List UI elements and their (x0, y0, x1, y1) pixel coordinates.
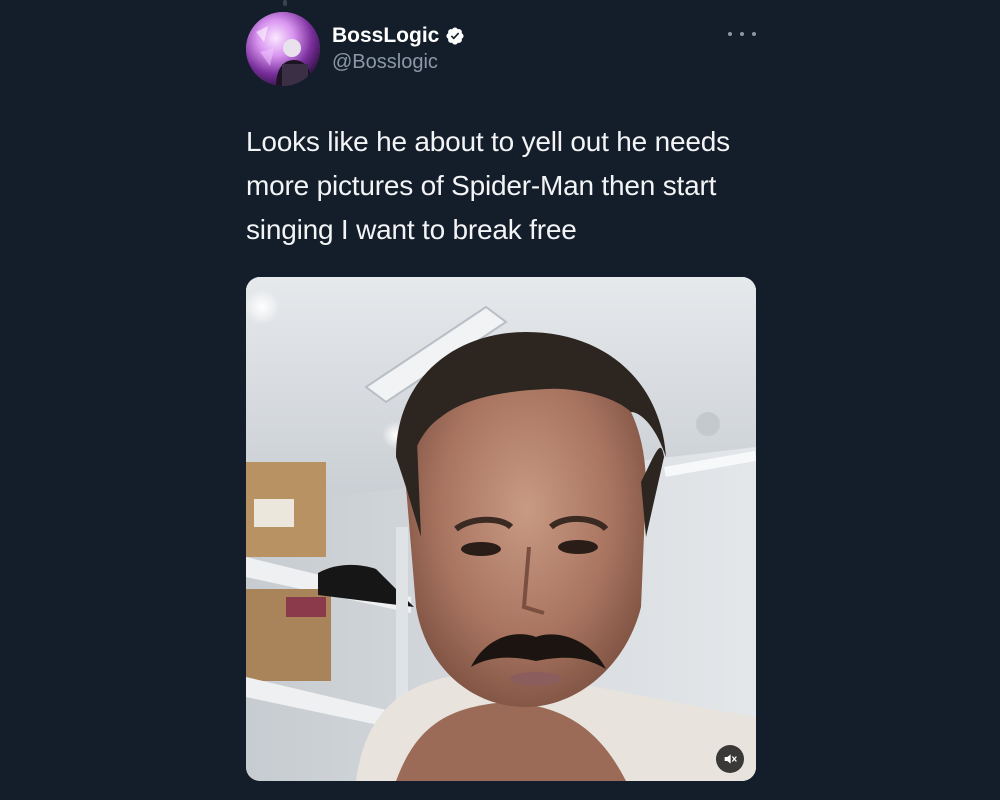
more-options-icon[interactable] (728, 26, 756, 42)
more-dot (740, 32, 744, 36)
display-name-row: BossLogic (332, 24, 465, 48)
video-frame (246, 277, 756, 781)
more-dot (752, 32, 756, 36)
thread-connector-line (283, 0, 287, 6)
author-names: BossLogic @Bosslogic (332, 24, 465, 75)
avatar[interactable] (246, 12, 320, 86)
mute-button[interactable] (716, 745, 744, 773)
avatar-image (246, 12, 320, 86)
speaker-muted-icon (724, 754, 737, 764)
tweet-card[interactable]: BossLogic @Bosslogic Looks like he about… (246, 12, 756, 781)
tweet-page: BossLogic @Bosslogic Looks like he about… (0, 0, 1000, 800)
author-handle[interactable]: @Bosslogic (332, 49, 465, 75)
verified-badge-icon (446, 27, 464, 45)
display-name[interactable]: BossLogic (332, 24, 439, 48)
tweet-header: BossLogic @Bosslogic (246, 12, 756, 88)
tweet-video[interactable] (246, 277, 756, 781)
more-dot (728, 32, 732, 36)
tweet-text: Looks like he about to yell out he needs… (246, 126, 730, 245)
